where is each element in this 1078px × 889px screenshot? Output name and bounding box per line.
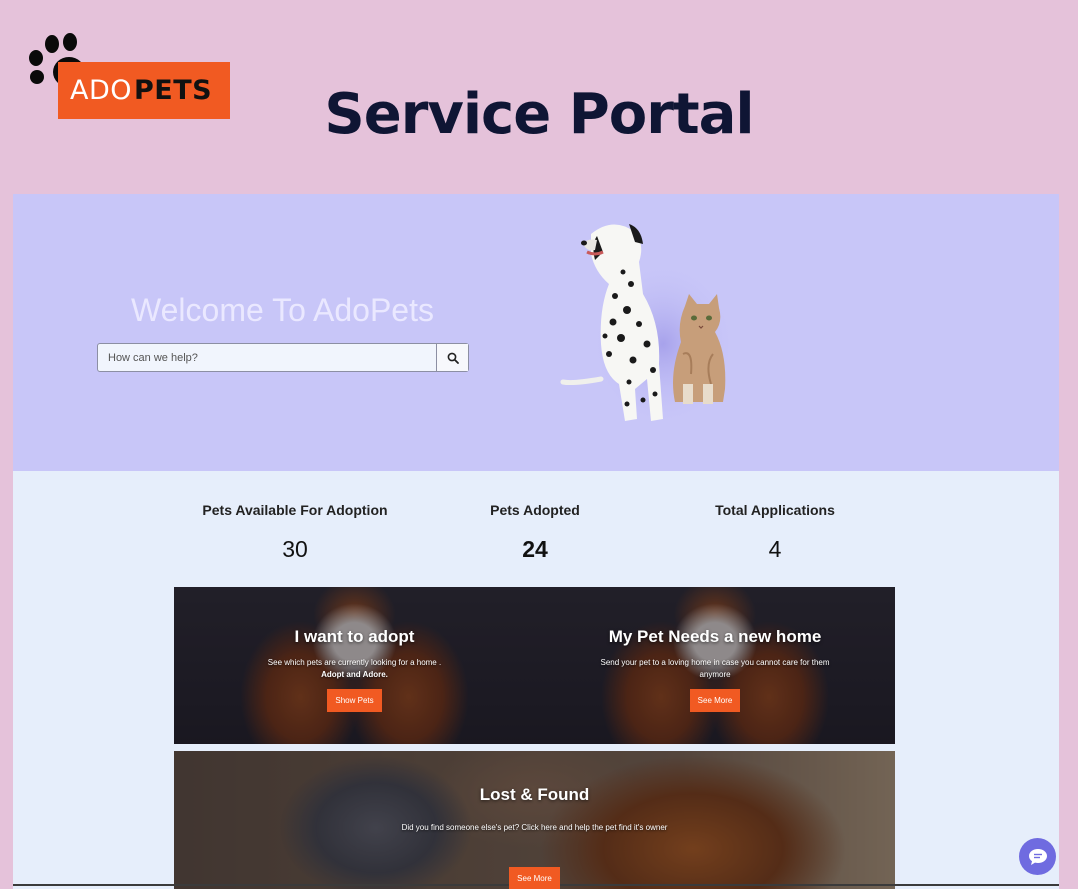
page-title: Service Portal [324, 82, 754, 147]
card-description: Send your pet to a loving home in case y… [600, 658, 830, 679]
hero-banner: Welcome To AdoPets [13, 194, 1059, 471]
card-lost-found: Lost & Found Did you find someone else's… [174, 751, 895, 889]
stat-value: 30 [282, 536, 308, 562]
see-more-rehome-button[interactable]: See More [689, 689, 741, 712]
search-button[interactable] [436, 344, 468, 371]
card-description: See which pets are currently looking for… [235, 657, 475, 681]
card-title: I want to adopt [294, 627, 415, 646]
dog-and-cat-illustration [560, 224, 738, 429]
card-adopt: I want to adopt See which pets are curre… [174, 587, 535, 744]
stat-label: Pets Adopted [490, 502, 580, 518]
search-icon [447, 352, 459, 364]
chat-icon [1028, 848, 1047, 865]
chat-button[interactable] [1019, 838, 1056, 875]
card-description: Did you find someone else's pet? Click h… [401, 823, 668, 832]
stat-available: Pets Available For Adoption 30 [175, 502, 415, 563]
stat-label: Total Applications [715, 502, 835, 518]
search-input[interactable] [98, 344, 436, 371]
stat-label: Pets Available For Adoption [202, 502, 388, 518]
main-panel: Welcome To AdoPets How can we help? Pets… [13, 194, 1059, 889]
welcome-heading: Welcome To AdoPets [131, 292, 434, 328]
card-rehome: My Pet Needs a new home Send your pet to… [535, 587, 895, 744]
card-desc-bold: Adopt and Adore. [321, 670, 388, 679]
stat-adopted: Pets Adopted 24 [415, 502, 655, 563]
stat-value: 24 [522, 536, 548, 562]
show-pets-button[interactable]: Show Pets [327, 689, 382, 712]
card-title: My Pet Needs a new home [608, 627, 822, 646]
stat-value: 4 [768, 536, 782, 562]
card-title: Lost & Found [479, 785, 590, 804]
search-bar [97, 343, 469, 372]
see-more-lost-found-button[interactable]: See More [509, 867, 560, 889]
stat-applications: Total Applications 4 [655, 502, 895, 563]
card-desc-text: See which pets are currently looking for… [267, 658, 442, 667]
